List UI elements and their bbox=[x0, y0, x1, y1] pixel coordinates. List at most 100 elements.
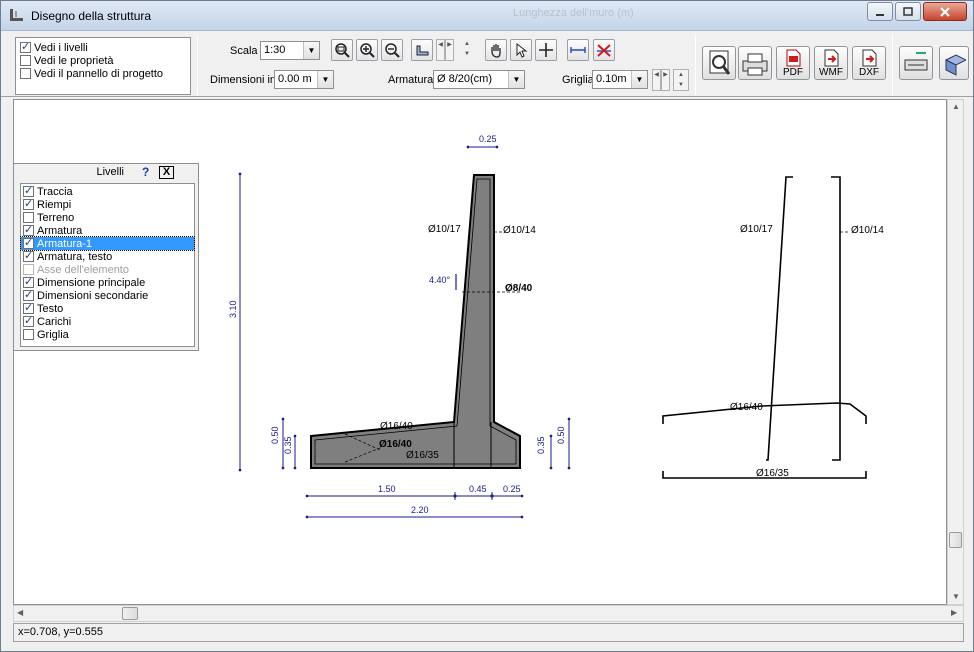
export-wmf-label: WMF bbox=[819, 67, 843, 78]
right-base-dimensions: 0.35 0.50 bbox=[536, 417, 571, 470]
rebar-value: Ø 8/20(cm) bbox=[437, 73, 493, 85]
title-bar[interactable]: Disegno della struttura Lunghezza dell'm… bbox=[1, 1, 973, 31]
view-design-panel-checkbox[interactable] bbox=[20, 68, 31, 79]
delete-dimension-button[interactable] bbox=[593, 39, 615, 61]
toolbar: Vedi i livelli Vedi le proprietà Vedi il… bbox=[1, 31, 973, 97]
layer-checkbox[interactable] bbox=[23, 184, 34, 197]
view-design-panel-option[interactable]: Vedi il pannello di progetto bbox=[20, 67, 163, 80]
layer-item[interactable]: Dimensioni secondarie bbox=[21, 288, 194, 302]
view-properties-checkbox[interactable] bbox=[20, 55, 31, 66]
layer-item-selected[interactable]: Armatura-1 bbox=[20, 236, 195, 251]
layer-checkbox[interactable] bbox=[23, 275, 34, 288]
pan-button[interactable] bbox=[485, 39, 507, 61]
layer-checkbox[interactable] bbox=[23, 329, 34, 340]
dim-total: 2.20 bbox=[411, 505, 429, 515]
detail-bottom-label: Ø16/35 bbox=[756, 468, 789, 479]
vertical-scroll-thumb[interactable] bbox=[949, 532, 962, 548]
layers-panel: Livelli ? X Traccia Riempi Terreno Armat… bbox=[13, 163, 199, 351]
maximize-button[interactable] bbox=[895, 2, 921, 21]
rebar-base-bot-label: Ø16/35 bbox=[406, 450, 439, 461]
layer-item[interactable]: Dimensione principale bbox=[21, 275, 194, 289]
up-down-stepper[interactable]: ▲ ▼ bbox=[457, 39, 477, 61]
settings-button[interactable] bbox=[899, 46, 933, 80]
wmf-file-icon bbox=[824, 49, 839, 67]
next-element-button[interactable]: ▶ bbox=[445, 39, 454, 61]
layer-item[interactable]: Armatura, testo bbox=[21, 249, 194, 263]
batter-angle: 4.40° bbox=[429, 274, 457, 290]
layer-checkbox[interactable] bbox=[23, 197, 34, 210]
rebar-distribution-label: Ø8/40 bbox=[505, 283, 533, 294]
layer-item[interactable]: Armatura bbox=[21, 223, 194, 237]
add-dimension-button[interactable] bbox=[567, 39, 589, 61]
view-properties-option[interactable]: Vedi le proprietà bbox=[20, 54, 114, 67]
view-properties-label: Vedi le proprietà bbox=[34, 54, 114, 67]
export-wmf-button[interactable]: WMF bbox=[814, 46, 848, 80]
grid-prev-button[interactable]: ◀ bbox=[652, 69, 661, 91]
horizontal-scrollbar[interactable]: ◀ ▶ bbox=[13, 605, 964, 622]
dim-heel: 0.35 bbox=[536, 436, 546, 454]
section-view-button[interactable] bbox=[411, 39, 433, 61]
view-layers-option[interactable]: Vedi i livelli bbox=[20, 40, 88, 54]
layer-item[interactable]: Riempi bbox=[21, 197, 194, 211]
view-layers-label: Vedi i livelli bbox=[34, 41, 88, 54]
grid-next-button[interactable]: ▶ bbox=[661, 69, 670, 91]
dim-base-right: 0.50 bbox=[556, 426, 566, 444]
export-dxf-button[interactable]: DXF bbox=[852, 46, 886, 80]
vertical-scrollbar[interactable]: ▲ ▼ bbox=[947, 99, 964, 605]
minimize-button[interactable] bbox=[867, 2, 893, 21]
wall-section bbox=[310, 174, 522, 469]
layer-checkbox[interactable] bbox=[23, 223, 34, 236]
print-button[interactable] bbox=[738, 46, 772, 80]
rebar-base-top-label: Ø16/40 bbox=[380, 421, 413, 432]
scroll-left-icon[interactable]: ◀ bbox=[17, 608, 23, 617]
layer-item[interactable]: Testo bbox=[21, 301, 194, 315]
crosshair-button[interactable] bbox=[535, 39, 557, 61]
layer-label: Dimensione principale bbox=[37, 276, 146, 289]
layer-item[interactable]: Carichi bbox=[21, 314, 194, 328]
select-button[interactable] bbox=[510, 39, 532, 61]
layer-checkbox[interactable] bbox=[23, 314, 34, 327]
detail-rebar-labels: Ø10/17 Ø10/14 Ø16/40 Ø16/35 bbox=[730, 224, 884, 479]
help-icon[interactable]: ? bbox=[142, 165, 149, 179]
layer-checkbox[interactable] bbox=[23, 249, 34, 262]
zoom-out-button[interactable] bbox=[381, 39, 403, 61]
scroll-right-icon[interactable]: ▶ bbox=[951, 608, 957, 617]
close-button[interactable] bbox=[923, 2, 967, 21]
zoom-extents-button[interactable] bbox=[331, 39, 353, 61]
export-pdf-button[interactable]: PDF bbox=[776, 46, 810, 80]
status-bar: x=0.708, y=0.555 bbox=[13, 623, 964, 642]
scale-select[interactable]: 1:30 ▼ bbox=[260, 41, 320, 60]
layer-checkbox[interactable] bbox=[23, 212, 34, 223]
scroll-down-icon[interactable]: ▼ bbox=[952, 592, 960, 601]
layer-checkbox[interactable] bbox=[23, 236, 34, 249]
horizontal-scroll-thumb[interactable] bbox=[122, 607, 138, 620]
grid-select[interactable]: 0.10m ▼ bbox=[592, 70, 648, 89]
layer-item[interactable]: Terreno bbox=[21, 211, 194, 224]
zoom-in-icon bbox=[360, 43, 375, 58]
export-dxf-label: DXF bbox=[859, 67, 879, 78]
dimensions-select[interactable]: 0.00 m ▼ bbox=[274, 70, 334, 89]
layer-checkbox[interactable] bbox=[23, 301, 34, 314]
dimension-line-icon bbox=[570, 47, 586, 53]
delete-dimension-icon bbox=[597, 44, 611, 57]
zoom-in-button[interactable] bbox=[356, 39, 378, 61]
crosshair-icon bbox=[539, 43, 553, 57]
layer-checkbox[interactable] bbox=[23, 288, 34, 301]
dim-base-left: 0.50 bbox=[270, 426, 280, 444]
layers-title: Livelli bbox=[96, 166, 124, 178]
dim-top: 0.25 bbox=[479, 134, 497, 144]
view-layers-checkbox[interactable] bbox=[20, 40, 31, 53]
close-layers-button[interactable]: X bbox=[159, 166, 174, 179]
dim-b1: 1.50 bbox=[378, 484, 396, 494]
scroll-up-icon[interactable]: ▲ bbox=[952, 102, 960, 111]
scale-label: Scala bbox=[230, 45, 258, 57]
3d-view-button[interactable] bbox=[939, 46, 969, 80]
layer-item[interactable]: Traccia bbox=[21, 184, 194, 198]
rebar-select[interactable]: Ø 8/20(cm) ▼ bbox=[433, 70, 525, 89]
layer-item[interactable]: Griglia bbox=[21, 328, 194, 341]
print-preview-button[interactable] bbox=[702, 46, 736, 80]
section-icon bbox=[416, 45, 429, 56]
layer-label: Riempi bbox=[37, 198, 72, 211]
prev-element-button[interactable]: ◀ bbox=[436, 39, 445, 61]
grid-stepper[interactable]: ▲ ▼ bbox=[673, 69, 689, 91]
